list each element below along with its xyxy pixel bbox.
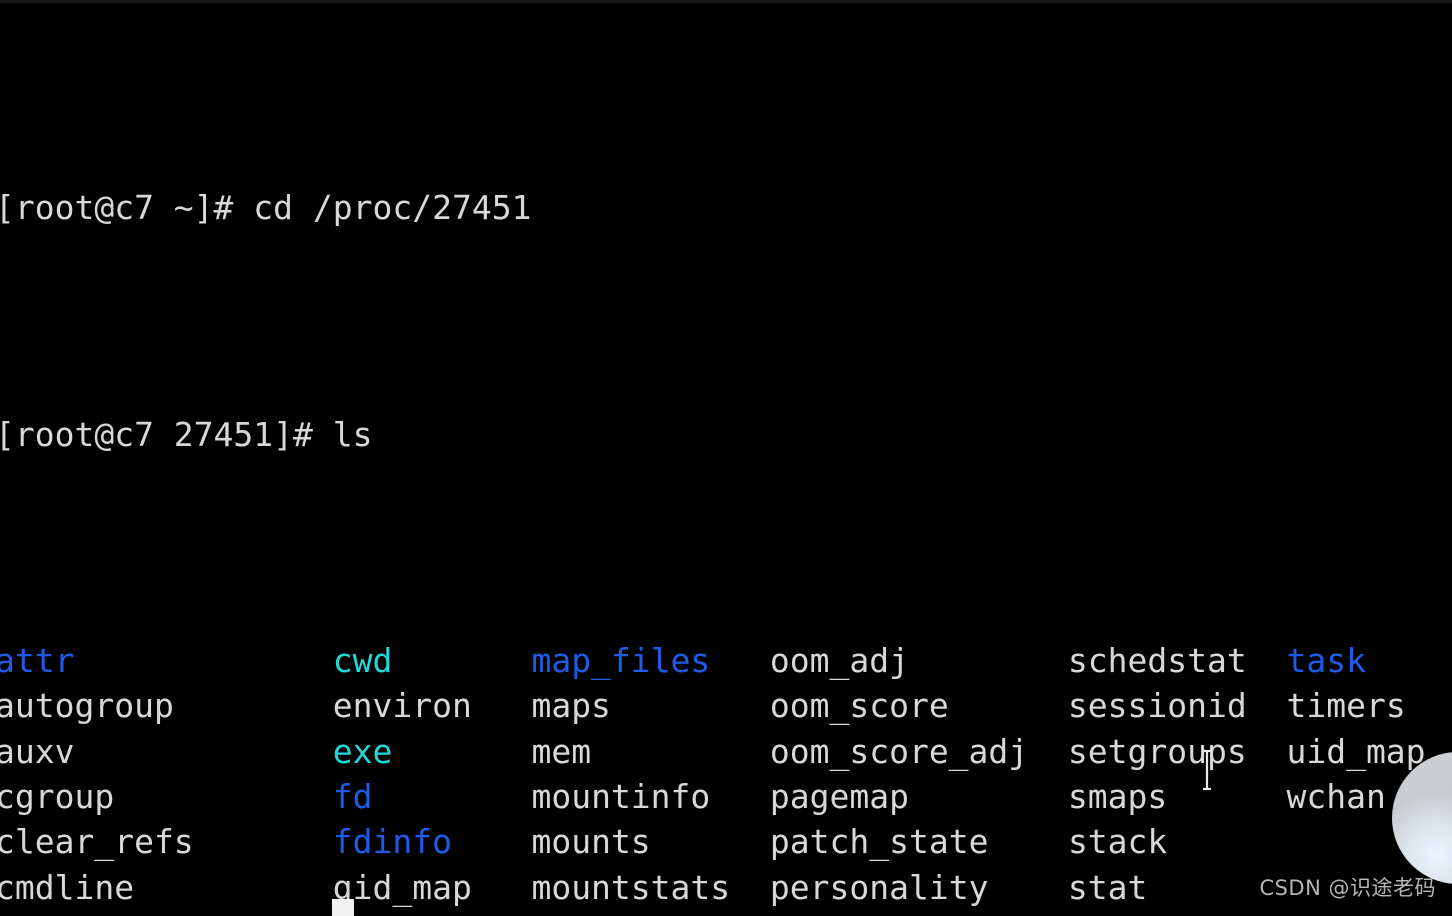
terminal-line-prompt-ls: [root@c7 27451]# ls	[0, 412, 1452, 457]
ls-entry: task	[1286, 641, 1366, 681]
ls-entry: sessionid	[1067, 686, 1247, 726]
prompt-home: [root@c7 ~]#	[0, 188, 254, 228]
ls-output-row: attr cwd map_files oom_adj schedstat tas…	[0, 638, 1452, 683]
ls-output-row: autogroup environ maps oom_score session…	[0, 683, 1452, 728]
window-top-bezel	[0, 0, 1452, 3]
ls-entry: personality	[769, 867, 989, 907]
ls-entry: wchan	[1286, 777, 1386, 817]
ls-entry: exe	[332, 731, 393, 771]
command-cd: cd /proc/27451	[253, 188, 532, 228]
ls-entry: cmdline	[0, 867, 135, 907]
ls-entry: clear_refs	[0, 822, 194, 862]
ls-entry: uid_map	[1286, 731, 1426, 771]
csdn-watermark: CSDN @识途老码	[1259, 876, 1436, 900]
ls-entry: oom_adj	[769, 641, 909, 681]
ls-output-row: auxv exe mem oom_score_adj setgroups uid…	[0, 729, 1452, 774]
ls-entry: environ	[332, 686, 472, 726]
ls-output-row: cgroup fd mountinfo pagemap smaps wchan	[0, 774, 1452, 819]
ls-entry: auxv	[0, 731, 75, 771]
terminal-line-prompt-cd: [root@c7 ~]# cd /proc/27451	[0, 185, 1452, 230]
ls-entry: map_files	[531, 641, 711, 681]
ls-output-grid: attr cwd map_files oom_adj schedstat tas…	[0, 638, 1452, 916]
ls-entry: fd	[332, 777, 373, 817]
ls-entry: patch_state	[769, 822, 989, 862]
ls-output-row: clear_refs fdinfo mounts patch_state sta…	[0, 819, 1452, 864]
ls-entry: cwd	[332, 641, 393, 681]
ls-entry: stack	[1067, 822, 1168, 862]
ls-entry: mountinfo	[531, 777, 711, 817]
ls-entry: maps	[531, 686, 611, 726]
ls-output-row: cmdline gid_map mountstats personality s…	[0, 865, 1452, 910]
ls-output-row: comm io net projid_map statm	[0, 910, 1452, 916]
ls-entry: mounts	[531, 822, 651, 862]
text-block-cursor	[332, 899, 354, 916]
terminal-screen[interactable]: [root@c7 ~]# cd /proc/27451 [root@c7 274…	[0, 4, 1452, 916]
ls-entry: pagemap	[769, 777, 909, 817]
command-ls: ls	[332, 414, 373, 454]
ls-entry: stat	[1067, 867, 1148, 907]
ls-entry: cgroup	[0, 777, 115, 817]
ls-entry: schedstat	[1067, 641, 1247, 681]
ls-entry: fdinfo	[332, 822, 452, 862]
ls-entry: attr	[0, 641, 75, 681]
prompt-pid-dir: [root@c7 27451]#	[0, 414, 333, 454]
ls-entry: setgroups	[1067, 731, 1247, 771]
ls-entry: oom_score_adj	[769, 731, 1029, 771]
ls-entry: oom_score	[769, 686, 949, 726]
ls-entry: autogroup	[0, 686, 174, 726]
ls-entry: smaps	[1067, 777, 1168, 817]
ls-entry: mountstats	[531, 867, 731, 907]
ls-entry: mem	[531, 731, 592, 771]
terminal-window[interactable]: [root@c7 ~]# cd /proc/27451 [root@c7 274…	[0, 0, 1452, 916]
ls-entry: timers	[1286, 686, 1406, 726]
